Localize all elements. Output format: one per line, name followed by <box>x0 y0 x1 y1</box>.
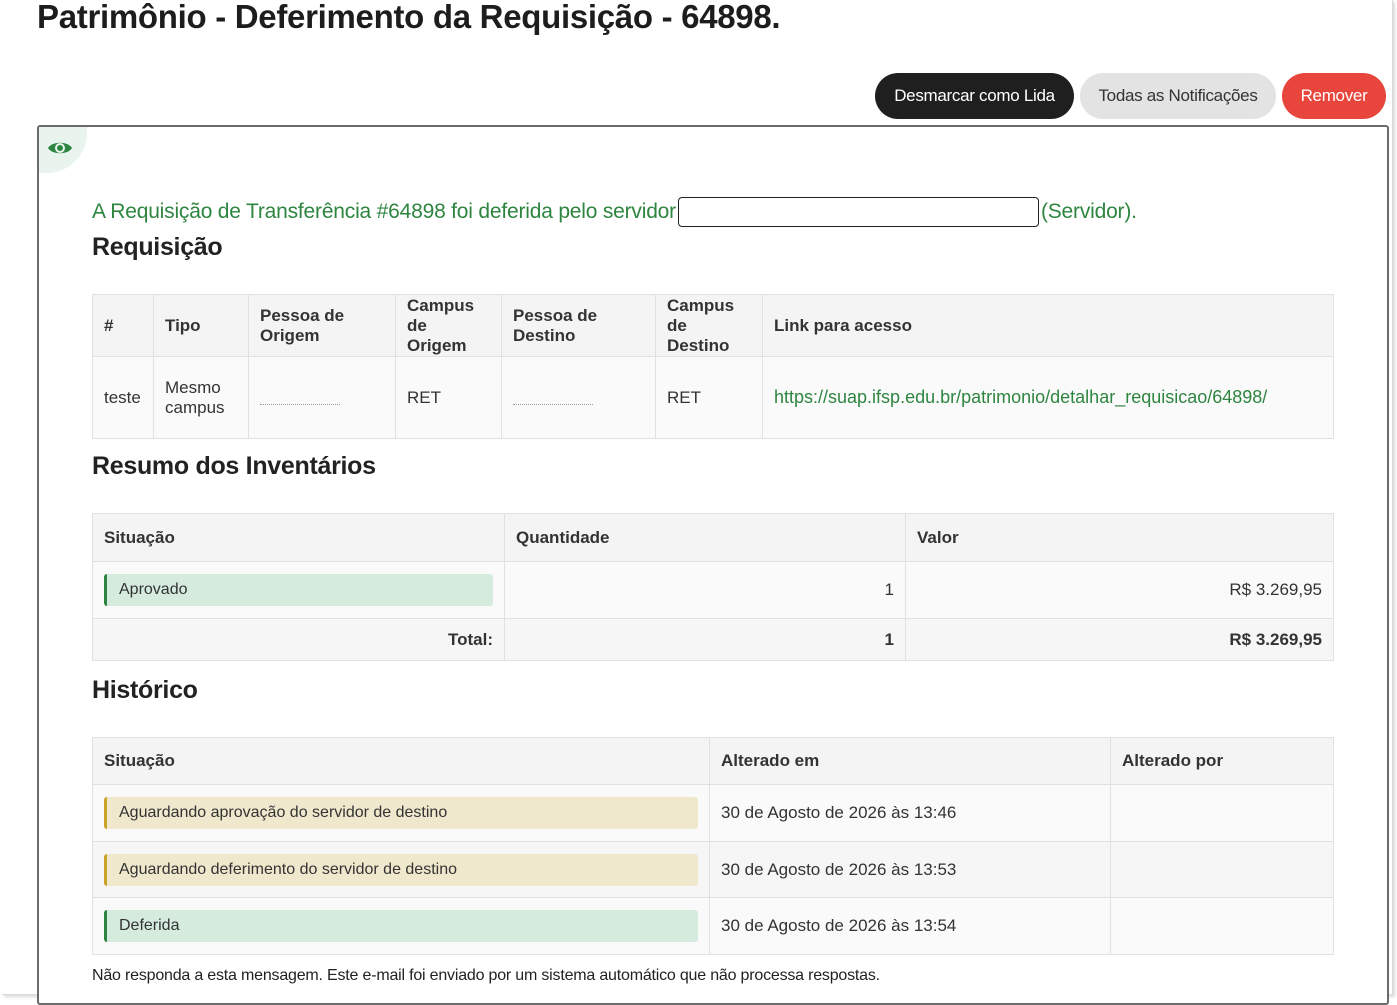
table-header-row: # Tipo Pessoa de Origem Campus de Origem… <box>92 294 1334 357</box>
redacted-name <box>260 403 340 405</box>
cell-pessoa-destino <box>501 356 656 439</box>
col-header: Link para acesso <box>762 294 1334 357</box>
col-header: Quantidade <box>504 513 906 562</box>
redacted-server-name <box>677 197 1039 227</box>
status-badge: Aguardando deferimento do servidor de de… <box>104 853 698 886</box>
cell-link: https://suap.ifsp.edu.br/patrimonio/deta… <box>762 356 1334 439</box>
intro-text-after: (Servidor). <box>1040 200 1137 223</box>
table-row: Aprovado 1 R$ 3.269,95 <box>92 561 1334 619</box>
cell-situacao: Aguardando aprovação do servidor de dest… <box>92 784 710 842</box>
cell-id: teste <box>92 356 154 439</box>
notification-card: A Requisição de Transferência #64898 foi… <box>37 125 1389 1005</box>
cell-campus-destino: RET <box>655 356 763 439</box>
col-header: Valor <box>905 513 1334 562</box>
page-title: Patrimônio - Deferimento da Requisição -… <box>37 0 781 35</box>
col-header: Pessoa de Origem <box>248 294 396 357</box>
cell-alterado-por <box>1110 784 1334 842</box>
footer-note: Não responda a esta mensagem. Este e-mai… <box>92 967 880 984</box>
col-header: Tipo <box>153 294 249 357</box>
requisicao-heading: Requisição <box>92 233 223 261</box>
eye-icon <box>48 142 72 154</box>
total-row: Total: 1 R$ 3.269,95 <box>92 618 1334 661</box>
read-status-badge <box>39 127 87 173</box>
table-row: teste Mesmo campus RET RET https://suap.… <box>92 356 1334 439</box>
remove-button[interactable]: Remover <box>1282 73 1386 119</box>
redacted-name <box>513 403 593 405</box>
total-label: Total: <box>92 618 505 661</box>
col-header: Pessoa de Destino <box>501 294 656 357</box>
table-row: Aguardando deferimento do servidor de de… <box>92 841 1334 898</box>
intro-text-before: A Requisição de Transferência #64898 foi… <box>92 200 676 223</box>
total-valor: R$ 3.269,95 <box>905 618 1334 661</box>
cell-quantidade: 1 <box>504 561 906 619</box>
cell-alterado-por <box>1110 897 1334 955</box>
cell-alterado-em: 30 de Agosto de 2026 às 13:53 <box>709 841 1111 898</box>
table-row: Aguardando aprovação do servidor de dest… <box>92 784 1334 842</box>
col-header: Alterado em <box>709 737 1111 785</box>
cell-campus-origem: RET <box>395 356 502 439</box>
cell-situacao: Aprovado <box>92 561 505 619</box>
message-intro: A Requisição de Transferência #64898 foi… <box>92 197 1137 227</box>
notification-actions: Desmarcar como Lida Todas as Notificaçõe… <box>875 73 1386 119</box>
col-header: Situação <box>92 513 505 562</box>
cell-pessoa-origem <box>248 356 396 439</box>
inventarios-table: Situação Quantidade Valor Aprovado 1 R$ … <box>92 513 1334 661</box>
table-header-row: Situação Alterado em Alterado por <box>92 737 1334 785</box>
col-header: # <box>92 294 154 357</box>
mark-unread-button[interactable]: Desmarcar como Lida <box>875 73 1074 119</box>
cell-alterado-por <box>1110 841 1334 898</box>
cell-alterado-em: 30 de Agosto de 2026 às 13:54 <box>709 897 1111 955</box>
cell-tipo: Mesmo campus <box>153 356 249 439</box>
status-badge: Aprovado <box>104 574 493 606</box>
table-header-row: Situação Quantidade Valor <box>92 513 1334 562</box>
all-notifications-button[interactable]: Todas as Notificações <box>1080 73 1276 119</box>
access-link[interactable]: https://suap.ifsp.edu.br/patrimonio/deta… <box>774 387 1267 407</box>
status-badge: Deferida <box>104 910 698 942</box>
inventarios-heading: Resumo dos Inventários <box>92 452 376 480</box>
historico-table: Situação Alterado em Alterado por Aguard… <box>92 737 1334 955</box>
cell-situacao: Aguardando deferimento do servidor de de… <box>92 841 710 898</box>
status-badge: Aguardando aprovação do servidor de dest… <box>104 797 698 829</box>
col-header: Campus de Origem <box>395 294 502 357</box>
total-quantidade: 1 <box>504 618 906 661</box>
col-header: Campus de Destino <box>655 294 763 357</box>
col-header: Situação <box>92 737 710 785</box>
cell-valor: R$ 3.269,95 <box>905 561 1334 619</box>
historico-heading: Histórico <box>92 676 198 704</box>
cell-alterado-em: 30 de Agosto de 2026 às 13:46 <box>709 784 1111 842</box>
cell-situacao: Deferida <box>92 897 710 955</box>
col-header: Alterado por <box>1110 737 1334 785</box>
table-row: Deferida 30 de Agosto de 2026 às 13:54 <box>92 897 1334 955</box>
requisicao-table: # Tipo Pessoa de Origem Campus de Origem… <box>92 294 1334 439</box>
